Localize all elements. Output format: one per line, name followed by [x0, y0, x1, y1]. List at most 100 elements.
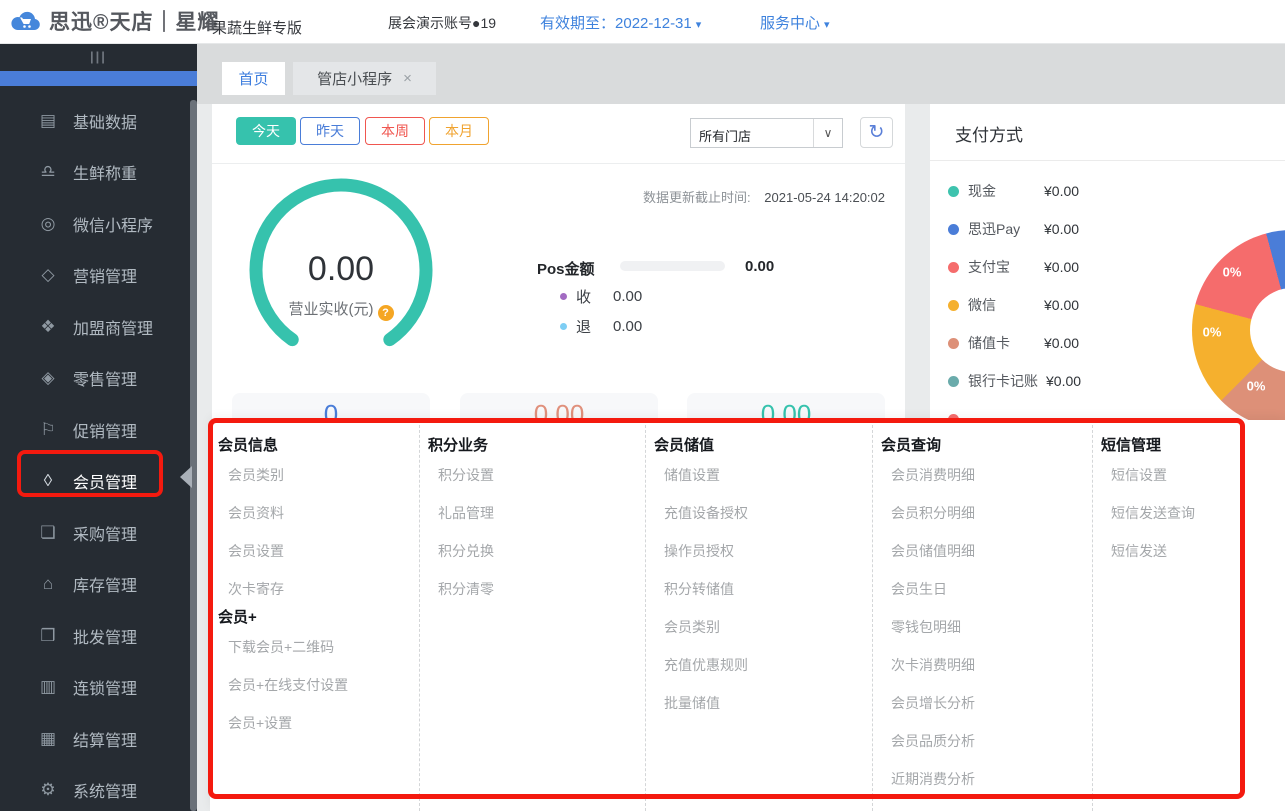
miniprogram-icon: ◎: [36, 214, 60, 234]
sidebar-item-label: 营销管理: [73, 263, 137, 287]
pos-income-row: 收 0.00: [560, 286, 642, 307]
sidebar-item[interactable]: ⌂ 库存管理: [0, 559, 197, 611]
promotion-icon: ⚐: [36, 420, 60, 440]
menu-item[interactable]: 会员类别: [646, 608, 872, 646]
sidebar-item-label: 加盟商管理: [73, 315, 153, 339]
menu-item[interactable]: 储值设置: [646, 456, 872, 494]
menu-item[interactable]: 会员生日: [873, 570, 1092, 608]
menu-item[interactable]: 礼品管理: [420, 494, 645, 532]
menu-item[interactable]: 近期消费分析: [873, 760, 1092, 798]
menu-item[interactable]: 会员积分明细: [873, 494, 1092, 532]
sidebar-item[interactable]: ⚐ 促销管理: [0, 404, 197, 456]
franchise-icon: ❖: [36, 317, 60, 337]
date-filter-button[interactable]: 今天: [236, 117, 296, 145]
sidebar-nav: ▤ 基础数据 ♎ 生鲜称重 ◎ 微信小程序 ◇ 营销管理: [0, 95, 197, 811]
menu-item[interactable]: 会员设置: [210, 532, 419, 570]
refresh-button[interactable]: ↻: [860, 117, 893, 148]
sidebar-item[interactable]: ◊ 会员管理: [0, 456, 197, 508]
cloud-cart-icon: [10, 8, 42, 34]
app-root: 思迅®天店｜星耀 果蔬生鲜专版 展会演示账号●19 有效期至：2022-12-3…: [0, 0, 1285, 811]
menu-item[interactable]: 会员+在线支付设置: [210, 666, 419, 704]
payment-method-label: 思迅Pay: [968, 219, 1036, 239]
menu-item[interactable]: 会员品质分析: [873, 722, 1092, 760]
sidebar-item-label: 促销管理: [73, 418, 137, 442]
payment-method-label: 现金: [968, 181, 1036, 201]
sidebar-item[interactable]: ❏ 采购管理: [0, 507, 197, 559]
edition-label: 果蔬生鲜专版: [212, 17, 302, 38]
help-icon[interactable]: ?: [378, 305, 394, 321]
sidebar-item[interactable]: ▦ 结算管理: [0, 713, 197, 765]
menu-item[interactable]: 操作员授权: [646, 532, 872, 570]
menu-group-title: 会员储值: [646, 436, 872, 456]
menu-item[interactable]: 零钱包明细: [873, 608, 1092, 646]
menu-item[interactable]: 会员消费明细: [873, 456, 1092, 494]
menu-item[interactable]: 充值优惠规则: [646, 646, 872, 684]
sidebar-item[interactable]: ⚙ 系统管理: [0, 765, 197, 811]
service-center-dropdown[interactable]: 服务中心▾: [760, 12, 830, 33]
refresh-icon: ↻: [869, 121, 885, 144]
sidebar-scrollbar[interactable]: [190, 100, 197, 811]
inventory-icon: ⌂: [36, 574, 60, 594]
chain-icon: ▥: [36, 677, 60, 697]
menu-item[interactable]: 次卡消费明细: [873, 646, 1092, 684]
menu-item[interactable]: 短信设置: [1093, 456, 1285, 494]
date-filter-button[interactable]: 本周: [365, 117, 425, 145]
app-logo[interactable]: 思迅®天店｜星耀: [10, 6, 219, 36]
menu-item[interactable]: 短信发送: [1093, 532, 1285, 570]
legend-dot: [948, 376, 959, 387]
menu-item[interactable]: 积分兑换: [420, 532, 645, 570]
store-select[interactable]: 所有门店 ∨: [690, 118, 843, 148]
retail-icon: ◈: [36, 368, 60, 388]
donut-slice-label: 0%: [1247, 379, 1266, 394]
pos-refund-row: 退 0.00: [560, 316, 642, 337]
sidebar-item-label: 会员管理: [73, 469, 137, 493]
validity-dropdown[interactable]: 有效期至：2022-12-31▾: [540, 12, 701, 33]
menu-group-title: 会员信息: [210, 436, 419, 456]
payment-method-row: 现金 ¥0.00: [948, 172, 1081, 210]
payment-method-value: ¥0.00: [1044, 335, 1079, 351]
sidebar-item[interactable]: ▤ 基础数据: [0, 95, 197, 147]
payment-method-value: ¥0.00: [1044, 221, 1079, 237]
sidebar-item[interactable]: ▥ 连锁管理: [0, 662, 197, 714]
sidebar-item-label: 采购管理: [73, 521, 137, 545]
revenue-value: 0.00: [241, 250, 441, 289]
legend-dot: [948, 224, 959, 235]
menu-item[interactable]: 积分设置: [420, 456, 645, 494]
sidebar-item-label: 生鲜称重: [73, 160, 137, 184]
menu-item[interactable]: 会员储值明细: [873, 532, 1092, 570]
menu-item[interactable]: 短信发送查询: [1093, 494, 1285, 532]
menu-item[interactable]: 会员资料: [210, 494, 419, 532]
sidebar-collapse-icon[interactable]: |||: [0, 43, 197, 67]
member-mega-menu: 会员信息 会员类别会员资料会员设置次卡寄存 会员+ 下载会员+二维码会员+在线支…: [210, 420, 1285, 811]
menu-item[interactable]: 积分转储值: [646, 570, 872, 608]
pos-amount-label: Pos金额: [537, 258, 595, 279]
menu-item[interactable]: 会员+设置: [210, 704, 419, 742]
payment-method-value: ¥0.00: [1046, 373, 1081, 389]
sidebar: ||| ▤ 基础数据 ♎ 生鲜称重 ◎ 微信小程序: [0, 43, 197, 811]
menu-item[interactable]: 下载会员+二维码: [210, 628, 419, 666]
menu-item[interactable]: 次卡寄存: [210, 570, 419, 608]
tab-store-miniprogram[interactable]: 管店小程序 ×: [293, 62, 436, 95]
chevron-down-icon: ▾: [696, 19, 702, 31]
sidebar-item[interactable]: ❖ 加盟商管理: [0, 301, 197, 353]
menu-item[interactable]: 会员类别: [210, 456, 419, 494]
divider: [212, 163, 905, 164]
date-filter-button[interactable]: 昨天: [300, 117, 360, 145]
tab-home[interactable]: 首页: [222, 62, 285, 95]
date-filter-button[interactable]: 本月: [429, 117, 489, 145]
sidebar-item[interactable]: ◇ 营销管理: [0, 250, 197, 302]
menu-item[interactable]: 积分清零: [420, 570, 645, 608]
menu-item[interactable]: 充值设备授权: [646, 494, 872, 532]
purchase-icon: ❏: [36, 523, 60, 543]
sidebar-item[interactable]: ❒ 批发管理: [0, 610, 197, 662]
menu-item[interactable]: 批量储值: [646, 684, 872, 722]
tab-close-icon[interactable]: ×: [403, 70, 412, 87]
chevron-down-icon: ▾: [824, 19, 830, 31]
payment-method-label: 银行卡记账: [968, 371, 1038, 391]
sidebar-item[interactable]: ◎ 微信小程序: [0, 198, 197, 250]
layers-icon: ▤: [36, 111, 60, 131]
sidebar-item[interactable]: ◈ 零售管理: [0, 353, 197, 405]
sidebar-item[interactable]: ♎ 生鲜称重: [0, 147, 197, 199]
tab-bar: 首页 管店小程序 ×: [197, 43, 1285, 104]
menu-item[interactable]: 会员增长分析: [873, 684, 1092, 722]
